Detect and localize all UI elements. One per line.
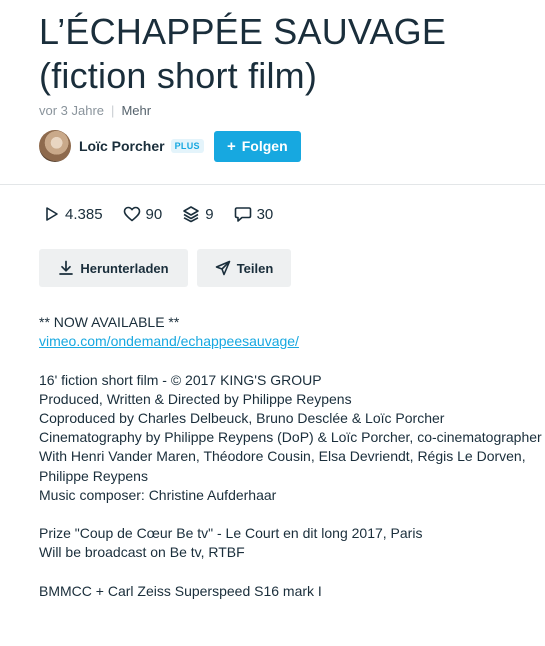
comments-count: 30 [256,205,274,223]
likes-stat[interactable]: 90 [123,205,163,223]
play-icon [46,207,58,221]
stats-bar: 4.385 90 9 30 [44,205,293,223]
plays-count: 4.385 [65,205,103,223]
description-line: Coproduced by Charles Delbeuck, Bruno De… [39,410,445,426]
likes-count: 90 [145,205,163,223]
meta-separator: | [111,103,115,118]
download-label: Herunterladen [80,260,169,276]
download-icon [59,260,74,275]
description-line: Will be broadcast on Be tv, RTBF [39,544,245,561]
action-buttons: Herunterladen Teilen [39,249,291,287]
description-line: Prize "Coup de Cœur Be tv" - Le Court en… [39,525,423,542]
video-description: ** NOW AVAILABLE ** vimeo.com/ondemand/e… [39,313,544,601]
description-line: ** NOW AVAILABLE ** [39,314,180,330]
author-row: Loïc Porcher PLUS + Folgen [39,130,301,162]
collections-count: 9 [205,205,214,223]
description-line: Cinematography by Philippe Reypens (DoP)… [39,429,542,446]
share-label: Teilen [236,260,274,276]
plays-stat: 4.385 [44,206,103,223]
plus-icon: + [226,137,236,155]
description-line: With Henri Vander Maren, Théodore Cousin… [39,448,526,484]
more-link[interactable]: Mehr [121,103,151,118]
description-line: Produced, Written & Directed by Philippe… [39,390,352,407]
follow-button[interactable]: + Folgen [213,130,301,162]
description-line: 16' fiction short film - © 2017 KING'S G… [39,371,322,388]
ondemand-link[interactable]: vimeo.com/ondemand/echappeesauvage/ [39,333,299,349]
share-button[interactable]: Teilen [197,249,291,287]
avatar[interactable] [39,130,71,162]
send-icon [215,260,230,276]
description-line: BMMCC + Carl Zeiss Superspeed S16 mark I [39,582,322,599]
follow-label: Folgen [241,138,288,154]
download-button[interactable]: Herunterladen [39,249,188,287]
layers-icon [183,206,200,223]
video-title: L’ÉCHAPPÉE SAUVAGE (fiction short film) [39,11,447,96]
heart-icon [123,206,140,222]
comments-stat[interactable]: 30 [234,205,274,223]
description-line: Music composer: Christine Aufderhaar [39,486,277,503]
video-meta: vor 3 Jahre | Mehr [39,103,151,118]
author-name[interactable]: Loïc Porcher [79,138,165,154]
collections-stat[interactable]: 9 [182,205,214,223]
plus-badge: PLUS [170,139,204,153]
divider [0,184,545,185]
comment-icon [234,206,251,222]
upload-age: vor 3 Jahre [39,103,105,118]
